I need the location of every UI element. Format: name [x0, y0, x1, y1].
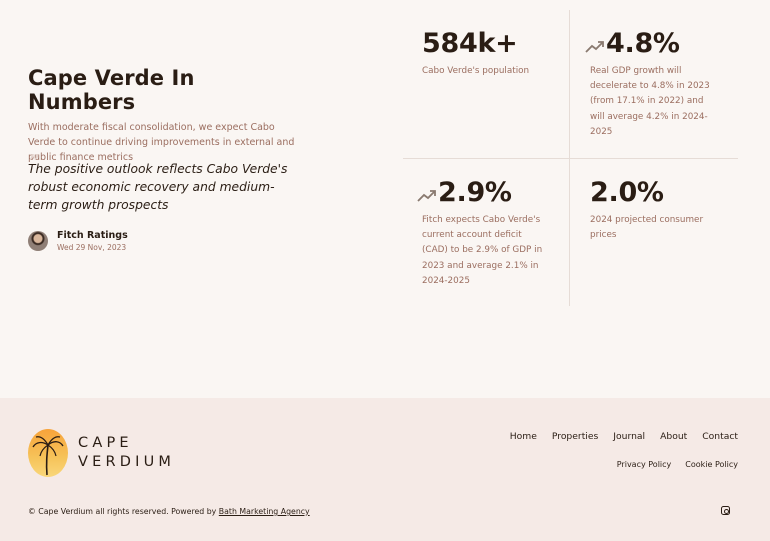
- nav-home[interactable]: Home: [510, 431, 537, 442]
- logo-line2: VERDIUM: [78, 454, 176, 470]
- instagram-icon[interactable]: [721, 506, 730, 515]
- nav-contact[interactable]: Contact: [702, 431, 738, 442]
- stat-value: 2.9%: [438, 177, 512, 208]
- nav-about[interactable]: About: [660, 431, 687, 442]
- section-subtitle: With moderate fiscal consolidation, we e…: [28, 122, 295, 163]
- intro-block: Cape Verde In Numbers With moderate fisc…: [28, 66, 308, 252]
- stat-current-account: 2.9% Fitch expects Cabo Verde's current …: [417, 177, 557, 289]
- stat-description: Cabo Verde's population: [422, 66, 530, 76]
- stat-description: 2024 projected consumer prices: [590, 215, 704, 241]
- palm-tree-icon: [28, 429, 68, 477]
- stat-population: 584k+ Cabo Verde's population: [422, 28, 562, 79]
- avatar: [28, 231, 48, 251]
- stat-value: 584k+: [422, 28, 518, 59]
- author-date: Wed 29 Nov, 2023: [57, 243, 127, 252]
- footer-nav: Home Properties Journal About Contact: [495, 431, 738, 442]
- logo[interactable]: CAPE VERDIUM: [28, 429, 175, 477]
- stat-value: 4.8%: [606, 28, 680, 59]
- stat-description: Real GDP growth will decelerate to 4.8% …: [590, 66, 710, 137]
- privacy-policy-link[interactable]: Privacy Policy: [617, 460, 672, 469]
- copyright: © Cape Verdium all rights reserved. Powe…: [28, 507, 310, 516]
- numbers-section: Cape Verde In Numbers With moderate fisc…: [0, 0, 770, 398]
- quote-text: The positive outlook reflects Cabo Verde…: [28, 162, 288, 212]
- footer: CAPE VERDIUM Home Properties Journal Abo…: [0, 398, 770, 541]
- agency-link[interactable]: Bath Marketing Agency: [219, 507, 310, 516]
- quote-author: Fitch Ratings Wed 29 Nov, 2023: [28, 230, 128, 252]
- footer-legal-nav: Privacy Policy Cookie Policy: [603, 460, 738, 469]
- copyright-text: © Cape Verdium all rights reserved. Powe…: [28, 507, 217, 516]
- logo-line1: CAPE: [78, 435, 133, 451]
- section-title: Cape Verde In Numbers: [28, 66, 195, 114]
- trend-up-icon: [585, 40, 604, 53]
- nav-properties[interactable]: Properties: [552, 431, 598, 442]
- author-name: Fitch Ratings: [57, 230, 128, 241]
- stat-consumer-prices: 2.0% 2024 projected consumer prices: [590, 177, 715, 243]
- nav-journal[interactable]: Journal: [613, 431, 645, 442]
- trend-up-icon: [417, 189, 436, 202]
- stat-description: Fitch expects Cabo Verde's current accou…: [422, 215, 543, 286]
- cookie-policy-link[interactable]: Cookie Policy: [685, 460, 738, 469]
- stat-value: 2.0%: [590, 177, 664, 208]
- grid-divider-horizontal: [403, 158, 738, 159]
- stat-gdp-growth: 4.8% Real GDP growth will decelerate to …: [585, 28, 715, 140]
